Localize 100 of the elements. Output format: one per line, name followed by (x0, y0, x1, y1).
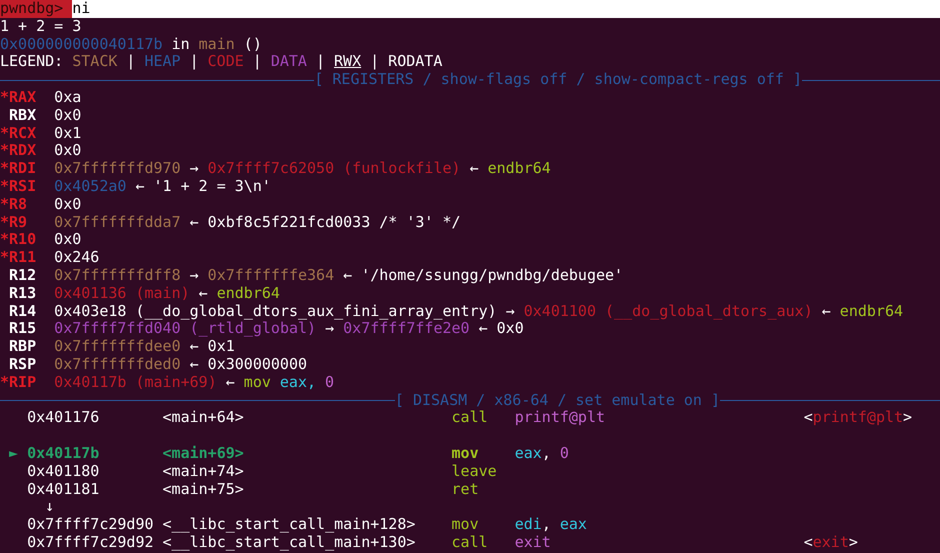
operand-text: exit (514, 532, 551, 551)
mnemonic: mov (452, 444, 480, 463)
output-text: STACK (72, 53, 118, 72)
output-text: main (198, 36, 235, 54)
register-value: 0x403e18 (__do_global_dtors_aux_fini_array_entry) (54, 302, 497, 320)
register-value: ← (226, 374, 235, 392)
operand-text: printf@plt (514, 408, 606, 426)
register-value: → (325, 320, 334, 338)
instruction-symbol: <main+75> (162, 480, 245, 498)
register-value: ← (190, 338, 199, 356)
annotation-text: printf@plt (812, 408, 904, 426)
register-value: ← (190, 214, 199, 232)
instruction-address: 0x401180 (27, 462, 100, 481)
register-value: 0x401100 (__do_global_dtors_aux) (524, 302, 813, 320)
instruction-address: 0x401181 (27, 480, 100, 498)
operand-text: , (542, 515, 551, 534)
register-value: endbr64 (840, 302, 904, 320)
mnemonic: leave (452, 462, 498, 481)
register-value: 0x1 (208, 338, 235, 356)
mnemonic: call (452, 409, 489, 428)
register-value: → (506, 302, 515, 320)
operand-text: eax (560, 515, 587, 534)
register-name: *RAX (0, 88, 36, 106)
register-value: '1 + 2 = 3\n' (153, 178, 271, 196)
register-value: endbr64 (488, 160, 551, 178)
output-text: RODATA (388, 53, 442, 72)
register-value: 0x0 (496, 320, 524, 338)
register-value: 0x7ffff7ffd040 (_rtld_global) (54, 320, 316, 338)
register-name: *R10 (0, 230, 36, 248)
operand-text: 0 (560, 444, 569, 462)
register-value: ← (470, 160, 479, 178)
output-text: HEAP (144, 53, 181, 72)
instruction-symbol: <main+64> (162, 409, 245, 428)
register-name: *RSI (0, 176, 36, 195)
register-name: *R11 (0, 248, 36, 266)
output-text: in (172, 36, 190, 54)
output-text: | (126, 53, 136, 72)
register-value: ← (135, 178, 144, 196)
register-value: 0x246 (54, 249, 100, 267)
register-name: *R8 (0, 194, 28, 213)
output-text: LEGEND: (0, 53, 64, 72)
register-name: *RIP (0, 372, 36, 391)
section-header: [ DISASM / x86-64 / set emulate on ] (394, 392, 720, 410)
instruction-symbol: <main+74> (162, 462, 245, 481)
register-value: 0x0 (54, 142, 82, 160)
register-name: R15 (8, 319, 36, 338)
register-name: RSP (8, 354, 36, 373)
command-text: ni (72, 0, 90, 18)
register-value: 0x7fffffffdee0 (54, 338, 181, 356)
register-value: 0x7fffffffe364 (208, 266, 334, 285)
register-name: R13 (8, 284, 36, 302)
register-value: ← (478, 320, 488, 338)
operand-text: eax (514, 444, 542, 462)
register-value: endbr64 (216, 284, 280, 303)
mnemonic: ret (452, 480, 480, 498)
register-value: 0xa (54, 88, 82, 107)
register-name: *RCX (0, 124, 36, 142)
mnemonic: call (452, 534, 489, 552)
register-value: 0x7fffffffd970 (54, 160, 181, 178)
register-value: 0x0 (54, 106, 82, 125)
instruction-address: 0x7ffff7c29d92 (27, 534, 155, 552)
register-value: 0x7fffffffdff8 (54, 266, 181, 285)
register-name: RBP (8, 337, 36, 356)
instruction-address: 0x7ffff7c29d90 (27, 516, 155, 534)
annotation-text: exit (812, 532, 849, 551)
register-name: *RDX (0, 141, 36, 160)
output-text: | (316, 53, 325, 72)
output-text: RWX (334, 53, 362, 72)
annotation-text: < (804, 532, 813, 551)
register-value: 0x7fffffffdda7 (54, 214, 181, 232)
register-value: 0x7ffff7c62050 (funlockfile) (208, 160, 461, 178)
register-value: eax, (280, 374, 316, 392)
register-value: 0x300000000 (208, 356, 308, 374)
register-value: 0 (325, 374, 334, 392)
annotation-text: > (903, 408, 912, 426)
register-value: 0x1 (54, 124, 82, 142)
register-value: 0x0 (54, 231, 82, 250)
output-text: | (370, 53, 380, 72)
output-text: () (244, 36, 262, 54)
register-value: mov (244, 374, 271, 392)
register-value: 0xbf8c5f221fcd0033 /* '3' */ (208, 214, 461, 232)
register-value: ← (343, 266, 352, 285)
output-text: | (190, 53, 199, 72)
operand-text: , (542, 444, 551, 462)
register-value: → (190, 160, 199, 178)
annotation-text: < (804, 408, 813, 426)
register-value: 0x40117b (main+69) (54, 374, 217, 392)
register-value: ← (822, 302, 831, 320)
section-header: [ REGISTERS / show-flags off / show-compact-regs off ] (314, 71, 802, 89)
jump-arrow: ↓ (44, 498, 56, 516)
output-text: | (252, 53, 262, 72)
annotation-text: > (848, 532, 858, 551)
register-value: 0x4052a0 (54, 178, 126, 196)
register-value: ← (190, 356, 199, 374)
register-value: ← (198, 284, 208, 303)
instruction-address: 0x401176 (27, 409, 100, 428)
instruction-address: 0x40117b (27, 444, 100, 463)
instruction-symbol: <__libc_start_call_main+128> (162, 516, 416, 534)
register-name: RBX (8, 106, 36, 124)
register-value: 0x7fffffffded0 (54, 356, 181, 374)
